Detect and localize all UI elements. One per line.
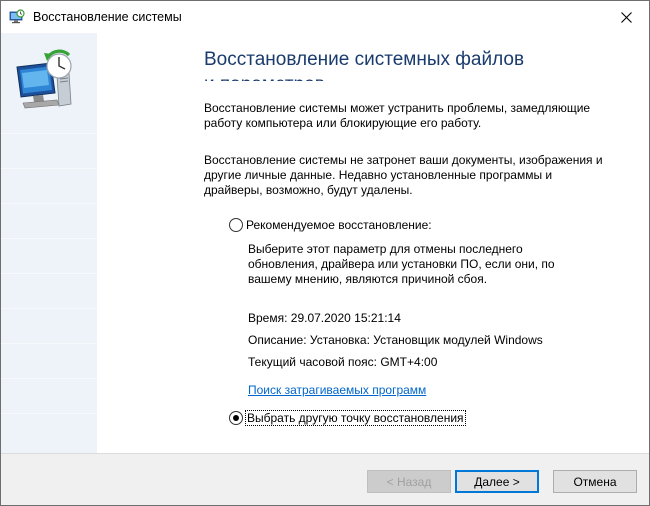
choose-other-point-option[interactable]: Выбрать другую точку восстановления bbox=[229, 410, 466, 426]
window-title: Восстановление системы bbox=[33, 10, 182, 24]
close-icon bbox=[620, 11, 632, 23]
page-heading: Восстановление системных файлов и параме… bbox=[204, 49, 525, 81]
system-restore-window: Восстановление системы Восстановление си… bbox=[0, 0, 650, 506]
recommended-restore-label[interactable]: Рекомендуемое восстановление: bbox=[246, 218, 432, 232]
restore-description: Описание: Установка: Установщик модулей … bbox=[248, 333, 543, 347]
main-content: Восстановление системных файлов и параме… bbox=[97, 33, 649, 453]
button-bar: < Назад Далее > Отмена bbox=[1, 453, 649, 505]
info-paragraph: Восстановление системы не затронет ваши … bbox=[204, 153, 603, 197]
system-restore-large-icon bbox=[16, 49, 72, 109]
title-bar: Восстановление системы bbox=[1, 1, 649, 33]
side-banner bbox=[1, 33, 97, 453]
recommended-restore-option[interactable]: Рекомендуемое восстановление: bbox=[229, 218, 432, 232]
restore-timezone: Текущий часовой пояс: GMT+4:00 bbox=[248, 355, 438, 369]
scan-affected-programs-link[interactable]: Поиск затрагиваемых программ bbox=[248, 383, 426, 397]
next-button[interactable]: Далее > bbox=[455, 470, 539, 493]
cancel-button[interactable]: Отмена bbox=[553, 470, 637, 493]
recommended-restore-radio[interactable] bbox=[229, 218, 243, 232]
restore-time: Время: 29.07.2020 15:21:14 bbox=[248, 311, 401, 325]
intro-paragraph: Восстановление системы может устранить п… bbox=[204, 101, 591, 130]
back-button[interactable]: < Назад bbox=[367, 470, 451, 493]
choose-other-point-label[interactable]: Выбрать другую точку восстановления bbox=[245, 410, 466, 426]
recommended-restore-description: Выберите этот параметр для отмены послед… bbox=[248, 242, 555, 286]
close-button[interactable] bbox=[603, 1, 649, 33]
choose-other-point-radio[interactable] bbox=[229, 411, 243, 425]
system-restore-icon bbox=[9, 9, 25, 24]
